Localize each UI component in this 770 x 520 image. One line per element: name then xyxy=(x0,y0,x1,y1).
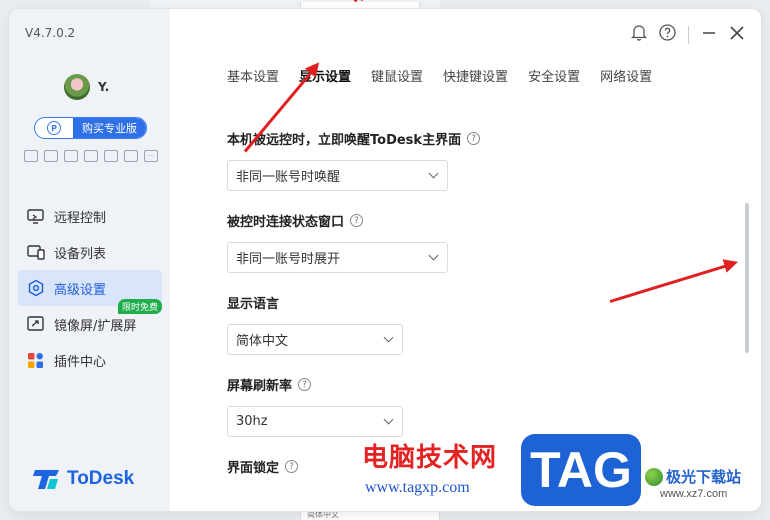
avatar[interactable] xyxy=(64,74,90,100)
sidebar-item-remote-control[interactable]: 远程控制 xyxy=(18,198,162,234)
chevron-down-icon xyxy=(383,332,394,343)
plugin-center-icon xyxy=(26,351,45,370)
help-icon[interactable]: ? xyxy=(467,132,481,145)
pro-icon: P xyxy=(47,121,61,135)
settings-tabs: 基本设置 显示设置 键鼠设置 快捷键设置 安全设置 网络设置 xyxy=(227,66,672,85)
chevron-down-icon xyxy=(428,250,439,261)
mirror-screen-icon xyxy=(26,315,45,334)
buy-pro-button[interactable]: P 购买专业版 xyxy=(34,117,147,139)
free-badge: 限时免费 xyxy=(117,299,162,314)
dropdown-value: 非同一账号时展开 xyxy=(236,252,341,267)
tab-keyboard-mouse[interactable]: 键鼠设置 xyxy=(371,66,423,85)
todesk-logo-icon xyxy=(33,470,59,489)
dropdown-value: 非同一账号时唤醒 xyxy=(236,170,341,185)
username: Y. xyxy=(98,80,110,94)
setting-refresh-rate: 屏幕刷新率? 30hz xyxy=(227,375,403,437)
sidebar-nav: 远程控制 设备列表 高级设置 镜像屏/扩展屏 限时免费 插件中心 xyxy=(18,198,162,378)
scrollbar[interactable] xyxy=(745,203,749,353)
version-label: V4.7.0.2 xyxy=(25,26,76,40)
setting-status-window: 被控时连接状态窗口? 非同一账号时展开 xyxy=(227,211,448,273)
sidebar-item-plugin-center[interactable]: 插件中心 xyxy=(18,342,162,378)
language-dropdown[interactable]: 简体中文 xyxy=(227,324,403,355)
sidebar-item-device-list[interactable]: 设备列表 xyxy=(18,234,162,270)
main-panel: 基本设置 显示设置 键鼠设置 快捷键设置 安全设置 网络设置 本机被远控时，立即… xyxy=(170,9,761,511)
title-bar-controls xyxy=(630,24,745,45)
gamepad-icon[interactable] xyxy=(24,150,38,162)
feature-icons: ··· xyxy=(24,150,158,162)
todesk-logo: ToDesk xyxy=(33,467,134,491)
setting-title: 屏幕刷新率? xyxy=(227,375,403,394)
site-name: 极光下载站 xyxy=(666,468,742,486)
sidebar-item-label: 插件中心 xyxy=(54,354,107,370)
setting-title: 本机被远控时，立即唤醒ToDesk主界面? xyxy=(227,129,481,148)
settings-window: V4.7.0.2 Y. P 购买专业版 ··· 远程控制 设备列表 高级设置 镜… xyxy=(9,9,761,511)
help-icon[interactable]: ? xyxy=(298,378,312,391)
screen-icon[interactable] xyxy=(84,150,98,162)
close-icon[interactable] xyxy=(729,25,745,45)
sidebar-item-label: 镜像屏/扩展屏 xyxy=(54,318,137,334)
minimize-icon[interactable] xyxy=(701,25,717,45)
help-icon[interactable]: ? xyxy=(285,460,299,473)
wake-dropdown[interactable]: 非同一账号时唤醒 xyxy=(227,160,448,191)
status-window-dropdown[interactable]: 非同一账号时展开 xyxy=(227,242,448,273)
sidebar-item-mirror-screen[interactable]: 镜像屏/扩展屏 限时免费 xyxy=(18,299,162,342)
setting-language: 显示语言 简体中文 xyxy=(227,293,403,355)
setting-title: 界面锁定? xyxy=(227,457,299,476)
divider xyxy=(688,25,689,44)
watermark-site: 极光下载站 xyxy=(645,466,741,487)
chevron-down-icon xyxy=(428,168,439,179)
logo-text: ToDesk xyxy=(67,468,135,489)
watermark-logo: TAG xyxy=(521,434,641,506)
chevron-down-icon xyxy=(383,414,394,425)
help-icon[interactable] xyxy=(659,24,676,45)
setting-title: 被控时连接状态窗口? xyxy=(227,211,448,230)
dropdown-value: 30hz xyxy=(236,414,268,429)
tab-basic[interactable]: 基本设置 xyxy=(227,66,279,85)
watermark-url: www.tagxp.com xyxy=(365,479,470,496)
tab-security[interactable]: 安全设置 xyxy=(528,66,580,85)
site-logo-icon xyxy=(645,467,663,486)
sidebar-item-label: 设备列表 xyxy=(54,246,107,262)
monitor-icon[interactable] xyxy=(44,150,58,162)
remote-control-icon xyxy=(26,207,45,226)
sidebar-item-label: 高级设置 xyxy=(54,282,107,298)
refresh-rate-dropdown[interactable]: 30hz xyxy=(227,406,403,437)
sidebar: V4.7.0.2 Y. P 购买专业版 ··· 远程控制 设备列表 高级设置 镜… xyxy=(9,9,170,511)
tab-network[interactable]: 网络设置 xyxy=(600,66,652,85)
sidebar-item-label: 远程控制 xyxy=(54,210,107,226)
dropdown-value: 简体中文 xyxy=(236,334,289,349)
buy-pro-label: 购买专业版 xyxy=(73,118,146,138)
setting-wake-on-control: 本机被远控时，立即唤醒ToDesk主界面? 非同一账号时唤醒 xyxy=(227,129,481,191)
window-icon[interactable] xyxy=(64,150,78,162)
more-icon[interactable]: ··· xyxy=(144,150,158,162)
device-list-icon xyxy=(26,243,45,262)
watermark-text: 电脑技术网 xyxy=(362,443,498,473)
site-url: www.xz7.com xyxy=(660,488,728,500)
help-icon[interactable]: ? xyxy=(350,214,364,227)
setting-interface-lock: 界面锁定? xyxy=(227,457,299,476)
box-icon[interactable] xyxy=(124,150,138,162)
camera-icon[interactable] xyxy=(104,150,118,162)
bell-icon[interactable] xyxy=(630,24,648,45)
setting-title: 显示语言 xyxy=(227,297,280,312)
advanced-settings-icon xyxy=(26,279,45,298)
tab-shortcuts[interactable]: 快捷键设置 xyxy=(443,66,508,85)
